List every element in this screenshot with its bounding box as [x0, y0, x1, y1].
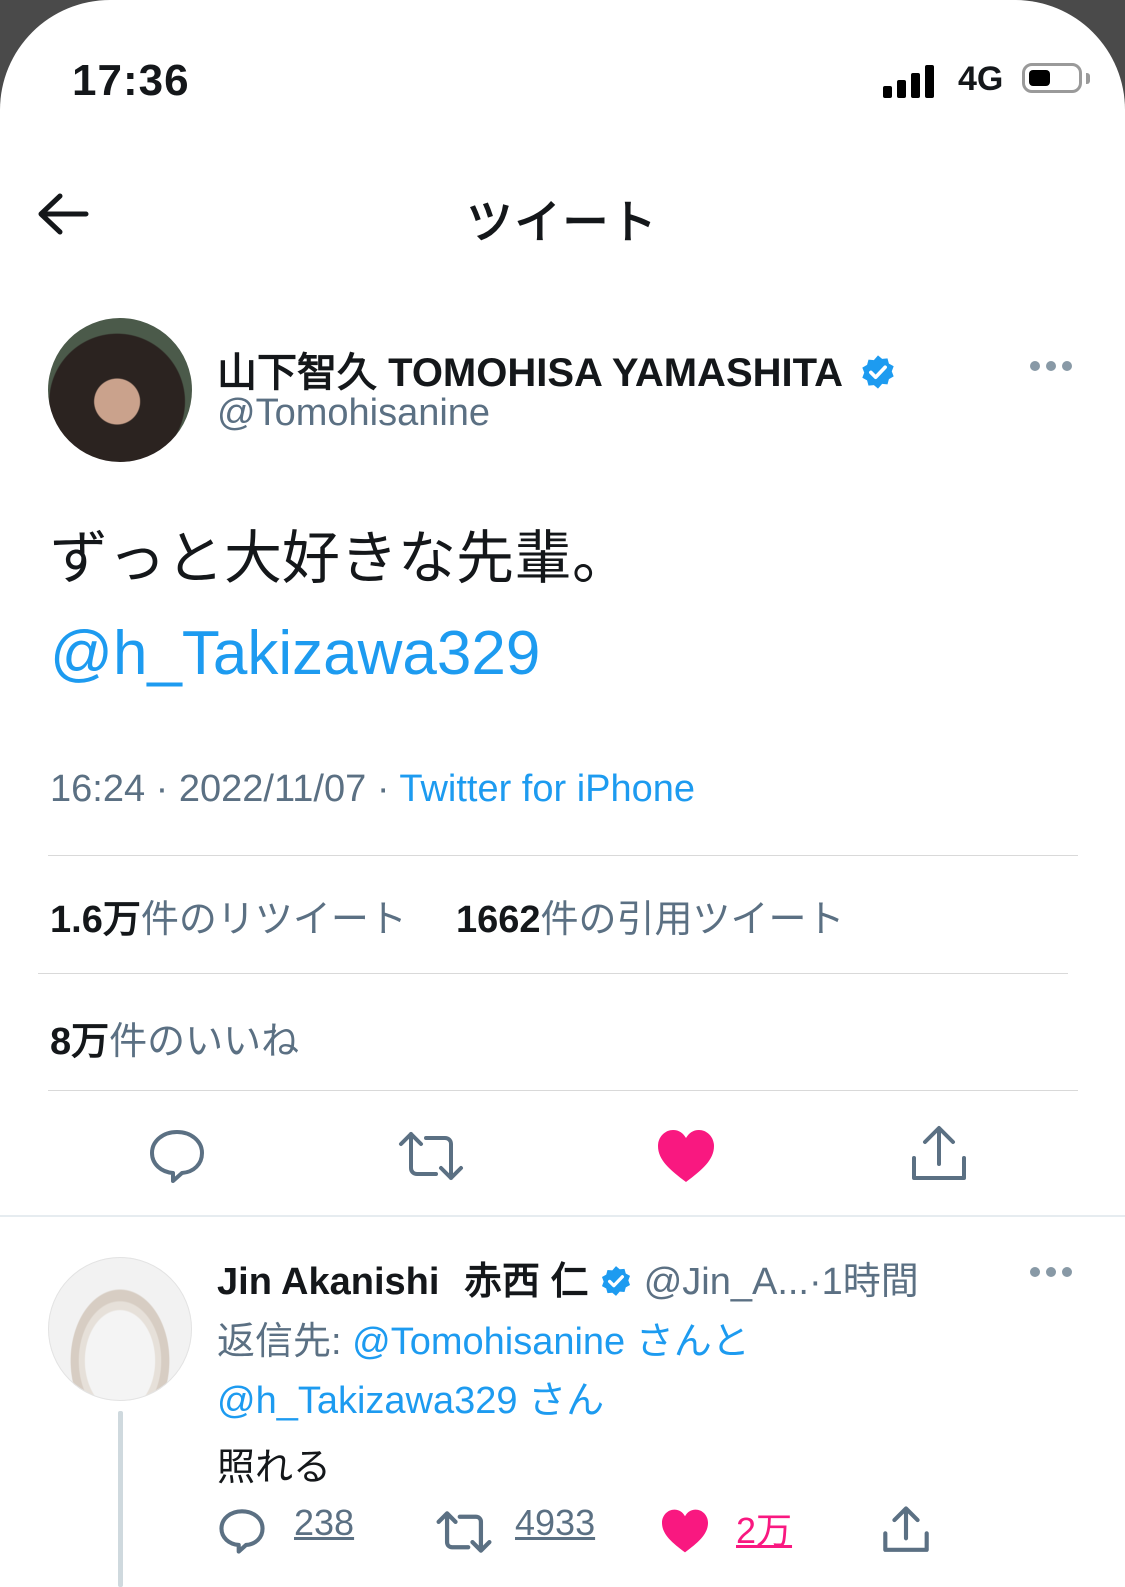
retweets-count: 1.6万 [50, 899, 141, 941]
divider [38, 973, 1068, 974]
battery-icon [1022, 63, 1082, 93]
meta-separator: · [155, 768, 169, 810]
section-divider [0, 1215, 1125, 1217]
verified-badge-icon [861, 355, 894, 390]
battery-tip [1086, 73, 1090, 84]
tweet-source-link[interactable]: Twitter for iPhone [399, 768, 695, 810]
reply-author-name[interactable]: Jin Akanishi [217, 1261, 439, 1303]
replying-to-suffix: さんと [635, 1321, 750, 1363]
engagement-stats: 1.6万件のリツイート 1662件の引用ツイート [50, 888, 845, 943]
author-avatar[interactable] [48, 318, 192, 462]
reply-header: Jin Akanishi 赤西 仁 @Jin_A...·1時間 [217, 1250, 919, 1305]
like-count[interactable]: 2万 [736, 1502, 792, 1554]
tweet-text: ずっと大好きな先輩。 [50, 526, 631, 591]
quotes-count: 1662 [455, 899, 541, 941]
divider [48, 1090, 1078, 1091]
reply-text: 照れる [217, 1447, 332, 1489]
network-type: 4G [958, 60, 1004, 98]
retweet-count[interactable]: 4933 [515, 1502, 595, 1544]
reply-author-handle[interactable]: @Jin_A... [644, 1261, 809, 1303]
likes-stat[interactable]: 8万件のいいね [50, 1010, 299, 1065]
replying-to-suffix: さん [528, 1380, 605, 1422]
author-name: 山下智久 TOMOHISA YAMASHITA [217, 351, 842, 395]
quotes-stat[interactable]: 1662件の引用ツイート [456, 899, 845, 941]
reply-author-name-jp[interactable]: 赤西 仁 [464, 1261, 589, 1303]
replying-to-mention[interactable]: @Tomohisanine [352, 1321, 625, 1363]
likes-label: 件のいいね [109, 1021, 300, 1063]
replying-to-line-2: @h_Takizawa329 さん [217, 1369, 604, 1424]
author-handle[interactable]: @Tomohisanine [217, 392, 490, 435]
quotes-label: 件の引用ツイート [540, 899, 845, 941]
replying-to-line: 返信先: @Tomohisanine さんと [217, 1310, 750, 1365]
like-heart-icon[interactable] [660, 1508, 710, 1554]
tweet-detail-screen: 17:36 4G ツイート 山下智久 TOMOHISA YAMASHITA @T… [0, 0, 1125, 1587]
cellular-signal-icon [883, 64, 943, 98]
like-heart-icon[interactable] [656, 1128, 716, 1184]
reply-icon[interactable] [148, 1128, 206, 1184]
retweet-icon[interactable] [398, 1130, 464, 1182]
retweet-icon[interactable] [436, 1510, 492, 1554]
replying-to-mention[interactable]: @h_Takizawa329 [217, 1380, 518, 1422]
replying-to-label: 返信先: [217, 1321, 342, 1363]
retweets-stat[interactable]: 1.6万件のリツイート [50, 899, 407, 941]
tweet-mention-link[interactable]: @h_Takizawa329 [50, 614, 540, 694]
page-title: ツイート [466, 196, 659, 248]
author-name-row[interactable]: 山下智久 TOMOHISA YAMASHITA [217, 340, 897, 398]
tweet-meta: 16:24 · 2022/11/07 · Twitter for iPhone [50, 768, 695, 811]
reply-time: 1時間 [821, 1261, 919, 1303]
reply-author-avatar[interactable] [48, 1257, 192, 1401]
reply-icon[interactable] [218, 1508, 266, 1554]
reply-count[interactable]: 238 [294, 1502, 354, 1544]
thread-line [118, 1411, 123, 1587]
likes-count: 8万 [50, 1021, 110, 1063]
retweets-label: 件のリツイート [140, 899, 407, 941]
divider [48, 855, 1078, 856]
meta-separator: · [376, 768, 390, 810]
share-icon[interactable] [882, 1505, 930, 1555]
verified-badge-icon [602, 1266, 631, 1296]
status-time: 17:36 [72, 56, 190, 105]
meta-separator: · [809, 1261, 822, 1303]
tweet-time: 16:24 [50, 768, 146, 810]
tweet-date: 2022/11/07 [178, 768, 367, 810]
share-icon[interactable] [910, 1124, 968, 1184]
more-options-icon[interactable] [1030, 1267, 1072, 1277]
more-options-icon[interactable] [1030, 361, 1072, 371]
